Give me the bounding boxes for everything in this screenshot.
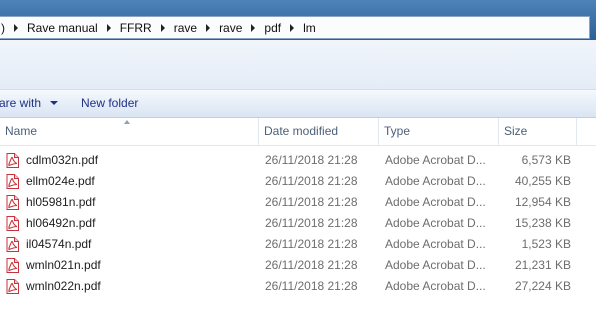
file-date-modified: 26/11/2018 21:28: [265, 258, 358, 272]
file-row[interactable]: cdlm032n.pdf 26/11/2018 21:28 Adobe Acro…: [0, 150, 596, 171]
file-type: Adobe Acrobat D...: [385, 216, 486, 230]
file-date-modified: 26/11/2018 21:28: [265, 153, 358, 167]
breadcrumb-item-rave-manual[interactable]: Rave manual: [24, 17, 101, 38]
file-name: wmln021n.pdf: [26, 258, 101, 272]
breadcrumb-separator-icon[interactable]: [251, 23, 256, 32]
breadcrumb-separator-icon[interactable]: [290, 23, 295, 32]
file-date-modified: 26/11/2018 21:28: [265, 279, 358, 293]
command-bar: are with New folder: [0, 90, 596, 118]
file-type: Adobe Acrobat D...: [385, 195, 486, 209]
column-type[interactable]: Type: [379, 118, 499, 145]
file-name: wmln022n.pdf: [26, 279, 101, 293]
breadcrumb-item-lm[interactable]: lm: [300, 17, 319, 38]
column-name[interactable]: Name: [0, 118, 259, 145]
file-date-modified: 26/11/2018 21:28: [265, 195, 358, 209]
pdf-icon: [6, 153, 19, 168]
file-type: Adobe Acrobat D...: [385, 279, 486, 293]
toolbar-band: [0, 40, 596, 90]
breadcrumb-separator-icon[interactable]: [14, 23, 18, 32]
breadcrumb-separator-icon[interactable]: [106, 23, 111, 32]
file-size: 6,573 KB: [521, 153, 571, 167]
file-date-modified: 26/11/2018 21:28: [265, 216, 358, 230]
file-size: 21,231 KB: [514, 258, 571, 272]
file-name: hl05981n.pdf: [26, 195, 96, 209]
column-date-modified[interactable]: Date modified: [259, 118, 379, 145]
file-type: Adobe Acrobat D...: [385, 153, 486, 167]
pdf-icon: [6, 237, 19, 252]
breadcrumb-item-rave-2[interactable]: rave: [216, 17, 245, 38]
breadcrumb-item-pdf[interactable]: pdf: [261, 17, 284, 38]
file-size: 40,255 KB: [514, 174, 571, 188]
pdf-icon: [6, 216, 19, 231]
breadcrumb-separator-icon[interactable]: [206, 23, 211, 32]
file-name: ellm024e.pdf: [26, 174, 95, 188]
file-list: cdlm032n.pdf 26/11/2018 21:28 Adobe Acro…: [0, 150, 596, 297]
file-size: 27,224 KB: [514, 279, 571, 293]
file-row[interactable]: ellm024e.pdf 26/11/2018 21:28 Adobe Acro…: [0, 171, 596, 192]
file-name: cdlm032n.pdf: [26, 153, 99, 167]
breadcrumb-lead[interactable]: ): [0, 17, 8, 38]
file-type: Adobe Acrobat D...: [385, 258, 486, 272]
breadcrumb-item-rave[interactable]: rave: [171, 17, 200, 38]
file-row[interactable]: wmln021n.pdf 26/11/2018 21:28 Adobe Acro…: [0, 255, 596, 276]
file-size: 12,954 KB: [514, 195, 571, 209]
file-type: Adobe Acrobat D...: [385, 237, 486, 251]
share-with-button[interactable]: are with: [0, 96, 59, 110]
file-row[interactable]: hl05981n.pdf 26/11/2018 21:28 Adobe Acro…: [0, 192, 596, 213]
pdf-icon: [6, 174, 19, 189]
pdf-icon: [6, 258, 19, 273]
pdf-icon: [6, 279, 19, 294]
breadcrumb-separator-icon[interactable]: [160, 23, 165, 32]
file-row[interactable]: il04574n.pdf 26/11/2018 21:28 Adobe Acro…: [0, 234, 596, 255]
file-row[interactable]: wmln022n.pdf 26/11/2018 21:28 Adobe Acro…: [0, 276, 596, 297]
chevron-down-icon: [50, 101, 59, 105]
share-with-label: are with: [0, 96, 42, 110]
file-type: Adobe Acrobat D...: [385, 174, 486, 188]
pdf-icon: [6, 195, 19, 210]
file-size: 1,523 KB: [521, 237, 571, 251]
column-size[interactable]: Size: [499, 118, 577, 145]
new-folder-button[interactable]: New folder: [81, 96, 138, 110]
file-date-modified: 26/11/2018 21:28: [265, 237, 358, 251]
file-name: il04574n.pdf: [26, 237, 92, 251]
breadcrumb[interactable]: ) Rave manual FFRR rave rave pdf lm: [0, 16, 590, 39]
file-row[interactable]: hl06492n.pdf 26/11/2018 21:28 Adobe Acro…: [0, 213, 596, 234]
breadcrumb-item-ffrr[interactable]: FFRR: [117, 17, 155, 38]
column-header: Name Date modified Type Size: [0, 118, 596, 146]
address-bar-area: ) Rave manual FFRR rave rave pdf lm: [0, 0, 596, 40]
file-name: hl06492n.pdf: [26, 216, 96, 230]
file-size: 15,238 KB: [514, 216, 571, 230]
file-date-modified: 26/11/2018 21:28: [265, 174, 358, 188]
